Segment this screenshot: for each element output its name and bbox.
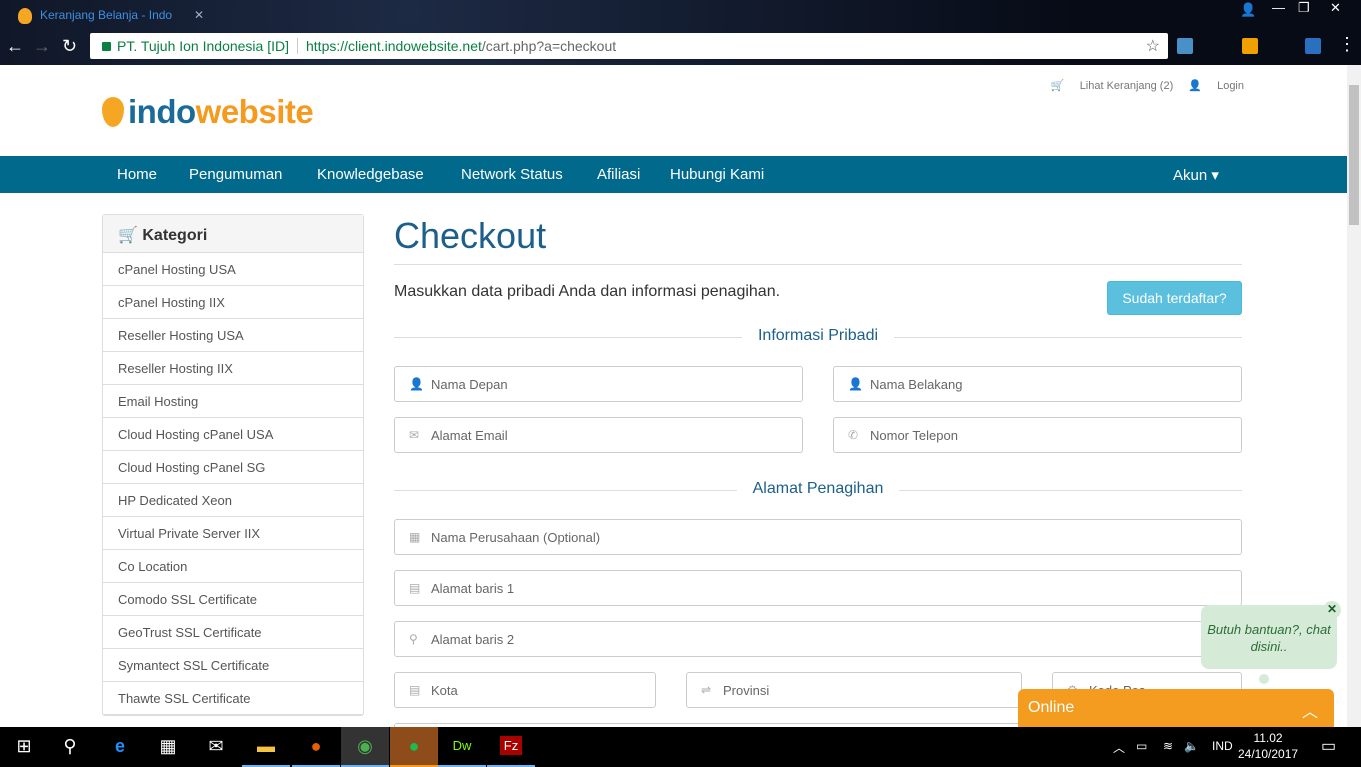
wifi-icon[interactable]: ≋ xyxy=(1163,739,1173,753)
section-personal: Informasi Pribadi xyxy=(394,327,1242,345)
close-window-button[interactable]: ✕ xyxy=(1330,0,1341,16)
favicon-icon xyxy=(18,8,32,24)
search-extension-icon[interactable] xyxy=(1305,38,1321,54)
sidebar-item[interactable]: GeoTrust SSL Certificate xyxy=(103,616,363,649)
lock-icon xyxy=(102,42,111,51)
reload-button[interactable]: ↻ xyxy=(62,36,77,57)
browser-tab[interactable]: Keranjang Belanja - Indo ✕ xyxy=(10,3,210,29)
sidebar-item[interactable]: Co Location xyxy=(103,550,363,583)
mail-icon[interactable]: ✉ xyxy=(192,727,240,767)
intro-text: Masukkan data pribadi Anda dan informasi… xyxy=(394,283,781,300)
sidebar-item[interactable]: Symantect SSL Certificate xyxy=(103,649,363,682)
chat-prompt-bubble[interactable]: Butuh bantuan?, chat disini.. ✕ xyxy=(1201,601,1341,669)
sidebar-item[interactable]: Reseller Hosting IIX xyxy=(103,352,363,385)
phone-icon: ✆ xyxy=(848,428,859,442)
main-nav: Home Pengumuman Knowledgebase Network St… xyxy=(0,156,1347,193)
battery-icon[interactable]: ▭ xyxy=(1136,739,1147,753)
building-icon: ▤ xyxy=(409,683,421,697)
user-icon: 👤 xyxy=(409,377,424,391)
address2-input[interactable]: ⚲ Alamat baris 2 xyxy=(394,621,1242,657)
restore-button[interactable]: ❐ xyxy=(1298,0,1310,16)
firefox-icon[interactable]: ● xyxy=(292,727,340,767)
search-icon[interactable]: ⚲ xyxy=(46,727,94,767)
map-marker-icon: ⚲ xyxy=(409,632,418,646)
cart-icon: 🛒 xyxy=(118,227,138,244)
language-indicator[interactable]: IND xyxy=(1212,739,1233,753)
nav-pengumuman[interactable]: Pengumuman xyxy=(189,166,282,183)
address1-input[interactable]: ▤ Alamat baris 1 xyxy=(394,570,1242,606)
bubble-tail xyxy=(1259,674,1269,684)
sidebar-item[interactable]: Cloud Hosting cPanel SG xyxy=(103,451,363,484)
sidebar-item[interactable]: HP Dedicated Xeon xyxy=(103,484,363,517)
address-bar[interactable]: PT. Tujuh Ion Indonesia [ID] https://clie… xyxy=(90,33,1168,59)
already-registered-button[interactable]: Sudah terdaftar? xyxy=(1107,281,1242,315)
extension-icon[interactable] xyxy=(1177,38,1193,54)
cart-link[interactable]: 🛒 Lihat Keranjang (2) xyxy=(1051,80,1173,92)
page-scrollbar[interactable] xyxy=(1347,65,1361,727)
chrome-icon[interactable]: ◉ xyxy=(341,727,389,767)
section-billing: Alamat Penagihan xyxy=(394,480,1242,498)
chevron-up-icon[interactable]: ︿ xyxy=(1302,698,1318,722)
sidebar-header: 🛒 Kategori xyxy=(103,215,363,253)
city-input[interactable]: ▤ Kota xyxy=(394,672,656,708)
login-link[interactable]: 👤 Login xyxy=(1188,80,1244,92)
last-name-input[interactable]: 👤 Nama Belakang xyxy=(833,366,1242,402)
store-icon[interactable]: ▦ xyxy=(144,727,192,767)
dreamweaver-icon[interactable]: Dw xyxy=(438,727,486,767)
phone-input[interactable]: ✆ Nomor Telepon xyxy=(833,417,1242,453)
edge-icon[interactable]: e xyxy=(96,727,144,767)
email-input[interactable]: ✉ Alamat Email xyxy=(394,417,803,453)
sidebar-item[interactable]: Reseller Hosting USA xyxy=(103,319,363,352)
envelope-icon: ✉ xyxy=(409,428,420,442)
clock[interactable]: 11.02 24/10/2017 xyxy=(1238,730,1298,762)
page-title: Checkout xyxy=(394,215,1242,265)
forward-button[interactable]: → xyxy=(33,36,51,57)
notifications-icon[interactable]: ▭ xyxy=(1321,736,1336,756)
sidebar-item[interactable]: cPanel Hosting USA xyxy=(103,253,363,286)
taskbar: ⊞ ⚲ e ▦ ✉ ▬ ● ◉ ● Dw Fz ︿ ▭ ≋ 🔈 IND 11.0… xyxy=(0,727,1361,767)
company-input[interactable]: ▦ Nama Perusahaan (Optional) xyxy=(394,519,1242,555)
top-links: 🛒 Lihat Keranjang (2) 👤 Login xyxy=(1039,79,1244,92)
browser-chrome: Keranjang Belanja - Indo ✕ 👤 — ❐ ✕ ← → ↻ … xyxy=(0,0,1361,65)
nav-hubungi-kami[interactable]: Hubungi Kami xyxy=(670,166,764,183)
sidebar-item[interactable]: Virtual Private Server IIX xyxy=(103,517,363,550)
back-button[interactable]: ← xyxy=(6,36,24,57)
web-page: 🛒 Lihat Keranjang (2) 👤 Login indowebsit… xyxy=(0,65,1347,727)
sidebar-item[interactable]: cPanel Hosting IIX xyxy=(103,286,363,319)
signpost-icon: ⇌ xyxy=(701,683,712,697)
user-icon: 👤 xyxy=(848,377,863,391)
bookmark-star-icon[interactable]: ☆ xyxy=(1146,36,1160,56)
close-tab-icon[interactable]: ✕ xyxy=(194,8,204,22)
first-name-input[interactable]: 👤 Nama Depan xyxy=(394,366,803,402)
logo[interactable]: indowebsite xyxy=(102,93,314,131)
chat-widget-bar[interactable]: Online ︿ xyxy=(1018,689,1334,727)
sidebar-item[interactable]: Thawte SSL Certificate xyxy=(103,682,363,715)
filezilla-icon[interactable]: Fz xyxy=(487,727,535,767)
scrollbar-thumb[interactable] xyxy=(1349,85,1359,225)
sidebar-item[interactable]: Cloud Hosting cPanel USA xyxy=(103,418,363,451)
nav-account-dropdown[interactable]: Akun ▾ xyxy=(1173,166,1219,184)
start-button[interactable]: ⊞ xyxy=(0,727,48,767)
state-input[interactable]: ⇌ Provinsi xyxy=(686,672,1022,708)
nav-network-status[interactable]: Network Status xyxy=(461,166,563,183)
file-explorer-icon[interactable]: ▬ xyxy=(242,727,290,767)
sidebar-item[interactable]: Comodo SSL Certificate xyxy=(103,583,363,616)
building-icon: ▦ xyxy=(409,530,421,544)
building-icon: ▤ xyxy=(409,581,421,595)
sidebar-item[interactable]: Email Hosting xyxy=(103,385,363,418)
nav-afiliasi[interactable]: Afiliasi xyxy=(597,166,640,183)
profile-icon[interactable]: 👤 xyxy=(1240,2,1256,18)
checkout-main: Checkout Masukkan data pribadi Anda dan … xyxy=(394,215,1242,727)
nav-knowledgebase[interactable]: Knowledgebase xyxy=(317,166,424,183)
logo-mark-icon xyxy=(102,97,124,127)
volume-icon[interactable]: 🔈 xyxy=(1184,739,1199,753)
close-icon[interactable]: ✕ xyxy=(1323,601,1341,619)
category-sidebar: 🛒 Kategori cPanel Hosting USA cPanel Host… xyxy=(102,214,364,716)
chat-app-icon[interactable]: ● xyxy=(390,727,438,767)
show-hidden-icons[interactable]: ︿ xyxy=(1113,739,1125,756)
download-extension-icon[interactable] xyxy=(1242,38,1258,54)
nav-home[interactable]: Home xyxy=(117,166,157,183)
menu-icon[interactable]: ⋮ xyxy=(1338,34,1356,55)
minimize-button[interactable]: — xyxy=(1272,0,1285,15)
